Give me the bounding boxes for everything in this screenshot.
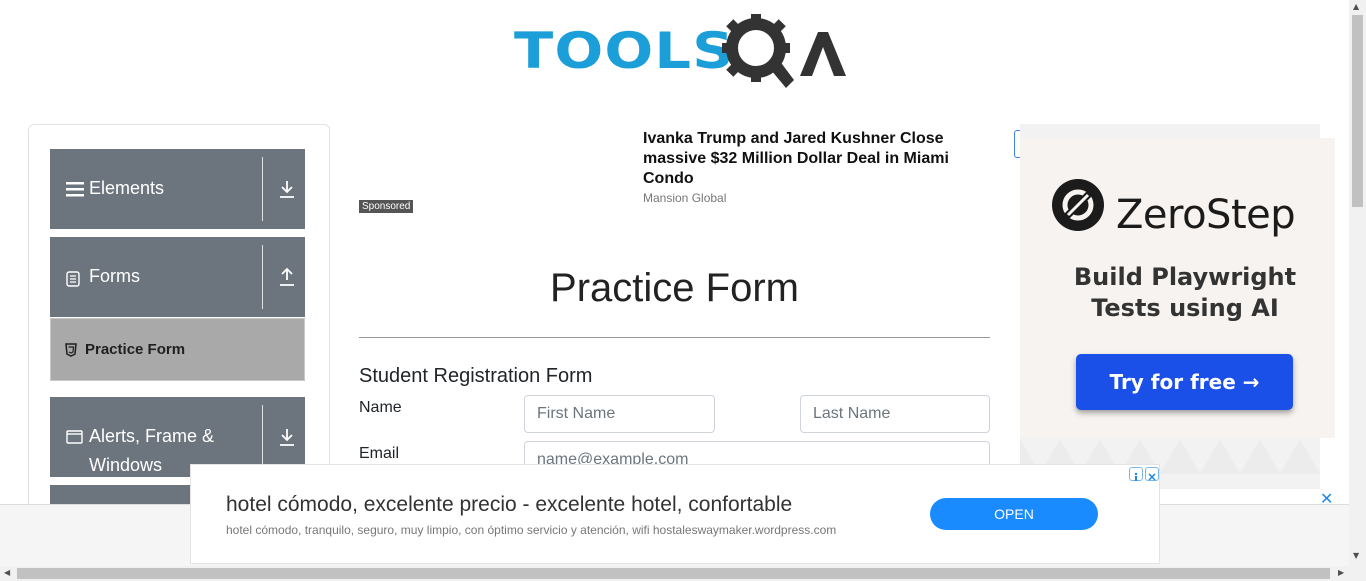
hamburger-icon [66, 182, 84, 197]
sponsored-headline[interactable]: Ivanka Trump and Jared Kushner Close mas… [643, 129, 963, 189]
ad-close-icon[interactable] [1145, 467, 1159, 481]
hotel-ad-title[interactable]: hotel cómodo, excelente precio - excelen… [226, 493, 792, 517]
html5-icon [65, 343, 77, 357]
form-subtitle: Student Registration Form [359, 365, 593, 387]
scroll-left-icon[interactable]: ◀ [4, 569, 10, 577]
email-label: Email [359, 445, 400, 462]
sidebar-group-forms[interactable]: Forms [50, 237, 305, 317]
zerostep-logo-icon [1052, 179, 1104, 231]
sidebar-item-label: Practice Form [85, 341, 186, 358]
scroll-right-icon[interactable]: ▶ [1338, 569, 1344, 577]
divider [262, 157, 263, 221]
close-anchor-ad-icon[interactable]: ✕ [1320, 489, 1333, 508]
sponsored-source[interactable]: Mansion Global [643, 191, 726, 205]
zerostep-ad-card: ZeroStep Build Playwright Tests using AI… [1020, 138, 1335, 438]
divider [262, 405, 263, 469]
toolsqa-logo[interactable]: TOOLS [514, 14, 846, 92]
adchoices-icon[interactable] [1129, 467, 1143, 481]
hotel-ad-description[interactable]: hotel cómodo, tranquilo, seguro, muy lim… [226, 523, 836, 537]
sidebar-group-label: Alerts, Frame & [89, 426, 215, 446]
page-title: Practice Form [550, 266, 799, 310]
sidebar-group-elements[interactable]: Elements [50, 149, 305, 229]
download-arrow-icon[interactable] [278, 427, 296, 447]
hotel-ad[interactable]: hotel cómodo, excelente precio - excelen… [190, 464, 1160, 564]
scroll-up-icon[interactable]: ▲ [1353, 3, 1359, 11]
name-label: Name [359, 399, 402, 416]
sidebar-item-practice-form[interactable]: Practice Form [50, 318, 305, 381]
document-icon [66, 271, 80, 287]
last-name-input[interactable] [800, 395, 990, 433]
window-icon [66, 430, 83, 444]
vertical-scrollbar[interactable]: ▲ ▼ [1349, 0, 1366, 566]
download-arrow-icon[interactable] [278, 179, 296, 199]
upload-arrow-icon[interactable] [278, 267, 296, 287]
horizontal-scrollbar[interactable]: ◀ ▶ [0, 566, 1366, 581]
divider [359, 337, 990, 338]
vertical-scroll-thumb[interactable] [1352, 15, 1363, 207]
sponsored-badge: Sponsored [359, 200, 414, 213]
zerostep-tagline: Build Playwright Tests using AI [1073, 263, 1297, 322]
sidebar-group-label: Elements [89, 178, 165, 198]
open-button[interactable]: OPEN [930, 498, 1098, 530]
sidebar-group-label: Forms [89, 266, 140, 286]
divider [262, 245, 263, 309]
scroll-down-icon[interactable]: ▼ [1353, 552, 1359, 560]
sidebar-group-label-line2: Windows [89, 455, 163, 475]
horizontal-scroll-thumb[interactable] [17, 568, 1330, 579]
zerostep-ad[interactable]: ZeroStep Build Playwright Tests using AI… [1020, 124, 1335, 489]
try-for-free-button[interactable]: Try for free → [1076, 354, 1293, 410]
zerostep-brand: ZeroStep [1116, 192, 1296, 238]
logo-text: TOOLS [514, 22, 735, 80]
gear-magnifier-icon [722, 14, 846, 88]
first-name-input[interactable] [524, 395, 715, 433]
